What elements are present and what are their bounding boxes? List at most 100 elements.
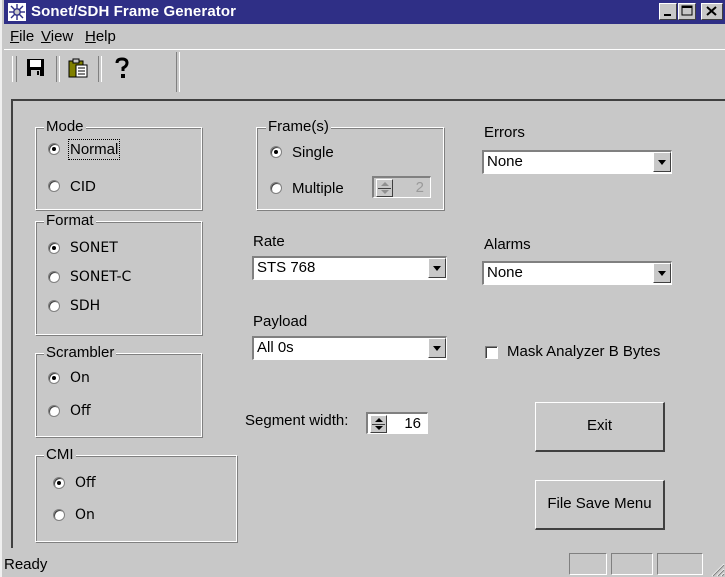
format-sonet-radio[interactable]: SONET — [48, 238, 118, 258]
rate-value: STS 768 — [257, 259, 316, 276]
mode-cid-radio[interactable]: CID — [48, 176, 96, 196]
menu-file[interactable]: File — [10, 28, 34, 45]
errors-dropdown[interactable]: None — [482, 150, 672, 174]
cmi-on-label: On — [75, 507, 95, 523]
app-icon — [8, 3, 26, 21]
toolbar — [4, 49, 725, 97]
format-sonet-label: SONET — [70, 240, 118, 256]
paste-tool-button[interactable] — [66, 56, 90, 80]
scrambler-off-label: Off — [70, 403, 91, 419]
menu-help[interactable]: Help — [85, 28, 116, 45]
status-bar: Ready — [4, 551, 725, 577]
maximize-icon — [681, 5, 693, 16]
frames-multiple-radio[interactable]: Multiple — [270, 178, 344, 198]
radio-unselected-icon — [48, 300, 60, 312]
frames-single-radio[interactable]: Single — [270, 142, 334, 162]
radio-selected-icon — [48, 143, 60, 155]
status-pane — [611, 553, 653, 575]
help-tool-button[interactable] — [110, 56, 134, 80]
save-tool-button[interactable] — [24, 56, 48, 80]
scrambler-group: Scrambler On Off — [35, 344, 202, 437]
radio-unselected-icon — [270, 182, 282, 194]
segment-width-label: Segment width: — [245, 412, 349, 429]
radio-selected-icon — [270, 146, 282, 158]
main-panel: Mode Normal CID Format SONET SONET-C SDH… — [11, 99, 725, 548]
toolbar-end-separator — [176, 52, 180, 92]
toolbar-separator — [56, 56, 60, 82]
errors-value: None — [487, 153, 523, 170]
minimize-icon — [664, 14, 671, 16]
status-pane — [657, 553, 703, 575]
payload-value: All 0s — [257, 339, 294, 356]
frames-single-label: Single — [292, 143, 334, 161]
alarms-label: Alarms — [484, 236, 531, 253]
title-bar[interactable]: Sonet/SDH Frame Generator — [4, 0, 725, 24]
radio-unselected-icon — [48, 271, 60, 283]
radio-selected-icon — [48, 372, 60, 384]
cmi-off-radio[interactable]: Off — [53, 473, 96, 493]
resize-grip-icon[interactable] — [709, 561, 725, 577]
frames-count-spinner[interactable]: 2 — [372, 176, 431, 198]
toolbar-grip[interactable] — [12, 56, 17, 82]
paste-icon — [68, 58, 88, 78]
segment-width-spinner[interactable]: 16 — [366, 412, 428, 434]
payload-dropdown[interactable]: All 0s — [252, 336, 447, 360]
rate-label: Rate — [253, 233, 285, 250]
radio-selected-icon — [48, 242, 60, 254]
scrambler-on-label: On — [70, 370, 90, 386]
mode-group: Mode Normal CID — [35, 118, 202, 210]
mode-normal-radio[interactable]: Normal — [48, 138, 121, 160]
rate-dropdown[interactable]: STS 768 — [252, 256, 447, 280]
scrambler-off-radio[interactable]: Off — [48, 401, 91, 421]
cmi-off-label: Off — [75, 475, 96, 491]
format-group-label: Format — [44, 212, 96, 230]
toolbar-separator — [98, 56, 102, 82]
scrambler-group-label: Scrambler — [44, 344, 117, 362]
window-title: Sonet/SDH Frame Generator — [31, 3, 237, 20]
format-sdh-radio[interactable]: SDH — [48, 296, 100, 316]
format-sonet-c-radio[interactable]: SONET-C — [48, 267, 131, 287]
status-pane — [569, 553, 607, 575]
segment-width-value: 16 — [404, 415, 421, 432]
chevron-down-icon[interactable] — [653, 263, 671, 283]
frames-multiple-label: Multiple — [292, 179, 344, 197]
mask-analyzer-label[interactable]: Mask Analyzer B Bytes — [507, 343, 660, 361]
status-text: Ready — [4, 556, 48, 573]
alarms-value: None — [487, 264, 523, 281]
cmi-group: CMI Off On — [35, 446, 237, 542]
spinner-arrows-icon[interactable] — [370, 415, 387, 433]
cmi-on-radio[interactable]: On — [53, 505, 95, 525]
radio-unselected-icon — [48, 405, 60, 417]
chevron-down-icon[interactable] — [428, 258, 446, 278]
help-icon — [115, 57, 129, 78]
mask-analyzer-checkbox[interactable] — [485, 346, 498, 359]
menu-view[interactable]: View — [41, 28, 73, 45]
chevron-down-icon[interactable] — [428, 338, 446, 358]
save-icon — [27, 59, 44, 76]
maximize-button[interactable] — [678, 3, 696, 20]
mode-group-label: Mode — [44, 118, 86, 136]
exit-button[interactable]: Exit — [535, 402, 665, 452]
chevron-down-icon[interactable] — [653, 152, 671, 172]
file-save-menu-button[interactable]: File Save Menu — [535, 480, 665, 530]
close-icon — [706, 6, 717, 16]
close-button[interactable] — [701, 3, 723, 20]
frames-count-value: 2 — [415, 179, 424, 196]
frames-group: Frame(s) Single Multiple 2 — [256, 118, 444, 210]
minimize-button[interactable] — [659, 3, 677, 20]
spinner-arrows-icon[interactable] — [376, 179, 393, 197]
radio-selected-icon — [53, 477, 65, 489]
format-sdh-label: SDH — [70, 298, 101, 314]
format-group: Format SONET SONET-C SDH — [35, 212, 202, 335]
app-window: Sonet/SDH Frame Generator File View Help — [0, 0, 725, 577]
payload-label: Payload — [253, 313, 308, 330]
radio-unselected-icon — [53, 509, 65, 521]
radio-unselected-icon — [48, 180, 60, 192]
frames-group-label: Frame(s) — [266, 118, 331, 136]
scrambler-on-radio[interactable]: On — [48, 368, 90, 388]
cmi-group-label: CMI — [44, 446, 76, 464]
menu-bar: File View Help — [4, 26, 725, 48]
mode-cid-label: CID — [70, 177, 96, 195]
alarms-dropdown[interactable]: None — [482, 261, 672, 285]
mode-normal-label: Normal — [67, 138, 121, 160]
